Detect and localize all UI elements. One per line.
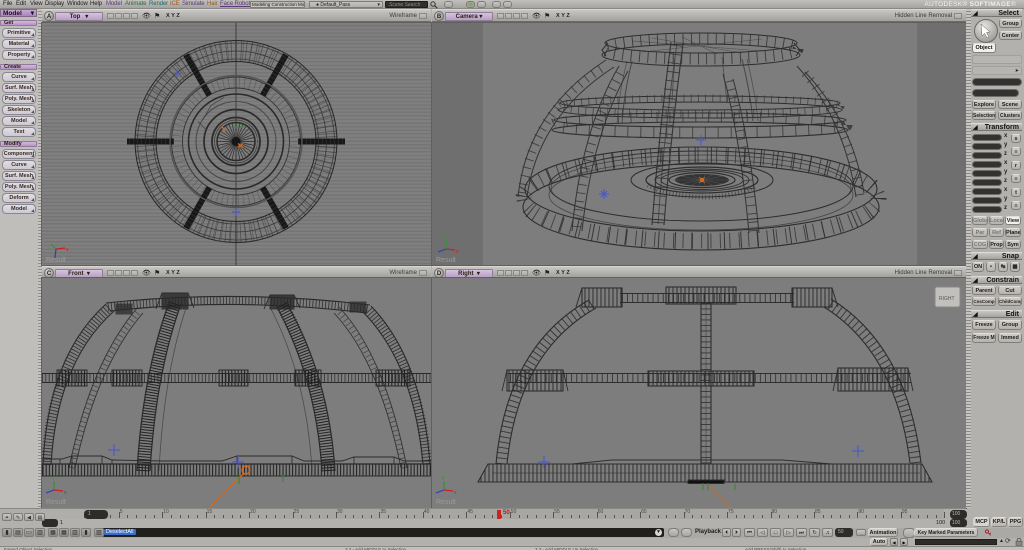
svg-text:x: x — [456, 249, 459, 255]
svg-text:Result: Result — [46, 257, 66, 264]
svg-text:x: x — [64, 490, 67, 496]
svg-text:Result: Result — [436, 499, 456, 506]
svg-text:Result: Result — [436, 257, 456, 264]
svg-text:RIGHT: RIGHT — [939, 296, 955, 302]
svg-text:x: x — [454, 490, 457, 496]
svg-text:x: x — [66, 247, 69, 253]
svg-text:y: y — [444, 234, 447, 240]
svg-text:y: y — [442, 475, 445, 481]
svg-text:Result: Result — [46, 499, 66, 506]
